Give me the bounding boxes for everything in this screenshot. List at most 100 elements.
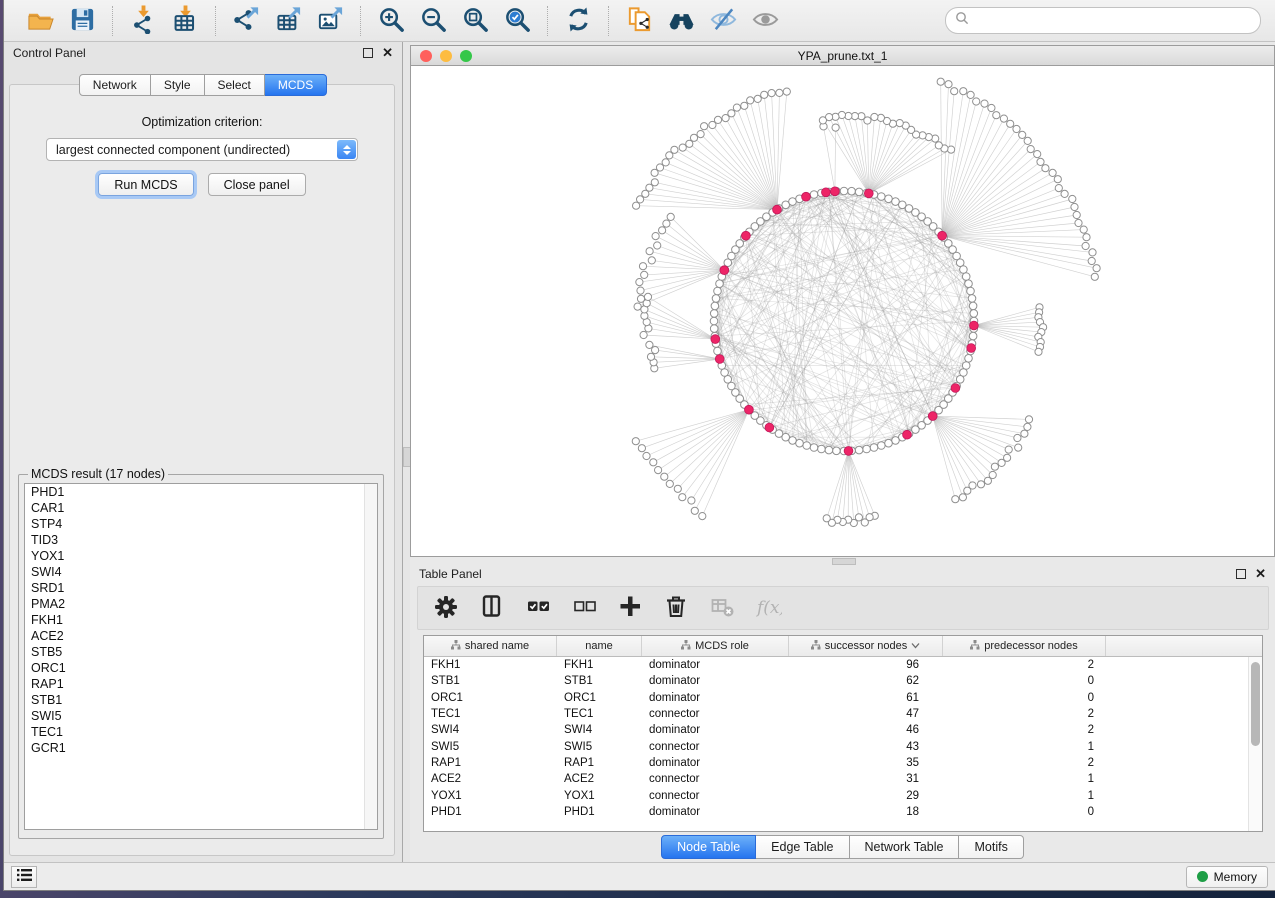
- toolbar-groups: [12, 4, 793, 38]
- zoom-fit-button[interactable]: [456, 4, 494, 38]
- export-image-button[interactable]: [311, 4, 349, 38]
- column-header-name[interactable]: name: [557, 636, 642, 656]
- tab-motifs[interactable]: Motifs: [959, 835, 1023, 859]
- network-window-titlebar[interactable]: YPA_prune.txt_1: [410, 45, 1275, 66]
- close-panel-icon[interactable]: ✕: [382, 49, 393, 57]
- zoom-out-button[interactable]: [414, 4, 452, 38]
- mcds-result-item[interactable]: SWI4: [25, 564, 377, 580]
- table-row[interactable]: SWI4SWI4dominator462: [424, 722, 1262, 738]
- tab-node-table[interactable]: Node Table: [661, 835, 756, 859]
- table-row[interactable]: YOX1YOX1connector291: [424, 787, 1262, 803]
- add-button[interactable]: [618, 594, 644, 622]
- float-table-panel-icon[interactable]: [1236, 569, 1246, 579]
- mcds-result-item[interactable]: STB1: [25, 692, 377, 708]
- mcds-result-item[interactable]: CAR1: [25, 500, 377, 516]
- mcds-result-item[interactable]: PHD1: [25, 484, 377, 500]
- toolbar-separator: [215, 6, 216, 36]
- save-button[interactable]: [63, 4, 101, 38]
- tab-network[interactable]: Network: [79, 74, 151, 96]
- cell-shared-name: ORC1: [424, 692, 557, 704]
- table-row[interactable]: SWI5SWI5connector431: [424, 738, 1262, 754]
- column-header-successor-nodes[interactable]: successor nodes: [789, 636, 943, 656]
- mcds-result-item[interactable]: FKH1: [25, 612, 377, 628]
- optimization-criterion-select[interactable]: largest connected component (undirected): [46, 138, 358, 161]
- show-all-button[interactable]: [746, 4, 784, 38]
- deselect-all-button[interactable]: [572, 594, 598, 622]
- table-row[interactable]: PHD1PHD1dominator180: [424, 804, 1262, 820]
- hide-selected-button[interactable]: [704, 4, 742, 38]
- refresh-button[interactable]: [559, 4, 597, 38]
- mcds-result-item[interactable]: SWI5: [25, 708, 377, 724]
- gear-button[interactable]: [434, 594, 460, 622]
- import-table-button[interactable]: [166, 4, 204, 38]
- float-panel-icon[interactable]: [363, 48, 373, 58]
- mcds-result-item[interactable]: ORC1: [25, 660, 377, 676]
- mcds-result-item[interactable]: RAP1: [25, 676, 377, 692]
- tab-mcds[interactable]: MCDS: [265, 74, 327, 96]
- mcds-result-item[interactable]: GCR1: [25, 740, 377, 756]
- column-label: predecessor nodes: [984, 640, 1078, 652]
- mcds-result-item[interactable]: TID3: [25, 532, 377, 548]
- table-row[interactable]: ORC1ORC1dominator610: [424, 690, 1262, 706]
- network-graph[interactable]: [411, 66, 1273, 557]
- import-network-button[interactable]: [124, 4, 162, 38]
- cell-name: YOX1: [557, 790, 642, 802]
- columns-button[interactable]: [480, 594, 506, 622]
- select-all-button[interactable]: [526, 594, 552, 622]
- import-network-icon: [129, 5, 158, 37]
- table-row[interactable]: RAP1RAP1dominator352: [424, 755, 1262, 771]
- column-header-shared-name[interactable]: shared name: [424, 636, 557, 656]
- network-from-selection-button[interactable]: [620, 4, 658, 38]
- zoom-selected-button[interactable]: [498, 4, 536, 38]
- maximize-window-icon[interactable]: [460, 50, 472, 62]
- horizontal-splitter[interactable]: [410, 557, 1275, 563]
- mcds-result-item[interactable]: TEC1: [25, 724, 377, 740]
- table-row[interactable]: TEC1TEC1connector472: [424, 706, 1262, 722]
- search-icon: [955, 11, 969, 30]
- cell-mcds-role: dominator: [642, 724, 789, 736]
- network-view[interactable]: [410, 66, 1275, 557]
- column-header-predecessor-nodes[interactable]: predecessor nodes: [943, 636, 1106, 656]
- cell-name: PHD1: [557, 806, 642, 818]
- mcds-list-scrollbar[interactable]: [364, 484, 377, 829]
- columns-icon: [480, 594, 506, 622]
- network-from-selection-icon: [625, 5, 654, 37]
- delete-button[interactable]: [664, 594, 690, 622]
- tab-edge-table[interactable]: Edge Table: [756, 835, 849, 859]
- table-row[interactable]: STB1STB1dominator620: [424, 673, 1262, 689]
- mcds-result-item[interactable]: STP4: [25, 516, 377, 532]
- mcds-result-item[interactable]: STB5: [25, 644, 377, 660]
- horizontal-splitter-handle[interactable]: [832, 558, 856, 565]
- open-button[interactable]: [21, 4, 59, 38]
- run-mcds-button[interactable]: Run MCDS: [98, 173, 193, 196]
- zoom-in-button[interactable]: [372, 4, 410, 38]
- column-type-icon: [970, 640, 980, 653]
- table-row[interactable]: ACE2ACE2connector311: [424, 771, 1262, 787]
- tab-style[interactable]: Style: [151, 74, 205, 96]
- close-window-icon[interactable]: [420, 50, 432, 62]
- close-table-panel-icon[interactable]: ✕: [1255, 570, 1266, 578]
- show-panels-list-button[interactable]: [11, 866, 37, 888]
- export-table-button[interactable]: [269, 4, 307, 38]
- close-panel-button[interactable]: Close panel: [208, 173, 306, 196]
- vertical-splitter[interactable]: [402, 42, 410, 862]
- mcds-result-item[interactable]: SRD1: [25, 580, 377, 596]
- search-network-button[interactable]: [662, 4, 700, 38]
- export-network-button[interactable]: [227, 4, 265, 38]
- column-header-mcds-role[interactable]: MCDS role: [642, 636, 789, 656]
- mcds-result-item[interactable]: PMA2: [25, 596, 377, 612]
- table-scrollbar[interactable]: [1248, 657, 1262, 831]
- cell-shared-name: SWI5: [424, 741, 557, 753]
- mcds-result-list[interactable]: PHD1CAR1STP4TID3YOX1SWI4SRD1PMA2FKH1ACE2…: [24, 483, 378, 830]
- table-row[interactable]: FKH1FKH1dominator962: [424, 657, 1262, 673]
- mcds-result-item[interactable]: ACE2: [25, 628, 377, 644]
- mcds-result-item[interactable]: YOX1: [25, 548, 377, 564]
- table-scrollbar-thumb[interactable]: [1251, 662, 1260, 746]
- toolbar-group: [115, 4, 213, 38]
- tab-network-table[interactable]: Network Table: [850, 835, 960, 859]
- search-input[interactable]: [975, 13, 1251, 29]
- search-box[interactable]: [945, 7, 1261, 34]
- minimize-window-icon[interactable]: [440, 50, 452, 62]
- memory-button[interactable]: Memory: [1186, 866, 1268, 888]
- tab-select[interactable]: Select: [205, 74, 265, 96]
